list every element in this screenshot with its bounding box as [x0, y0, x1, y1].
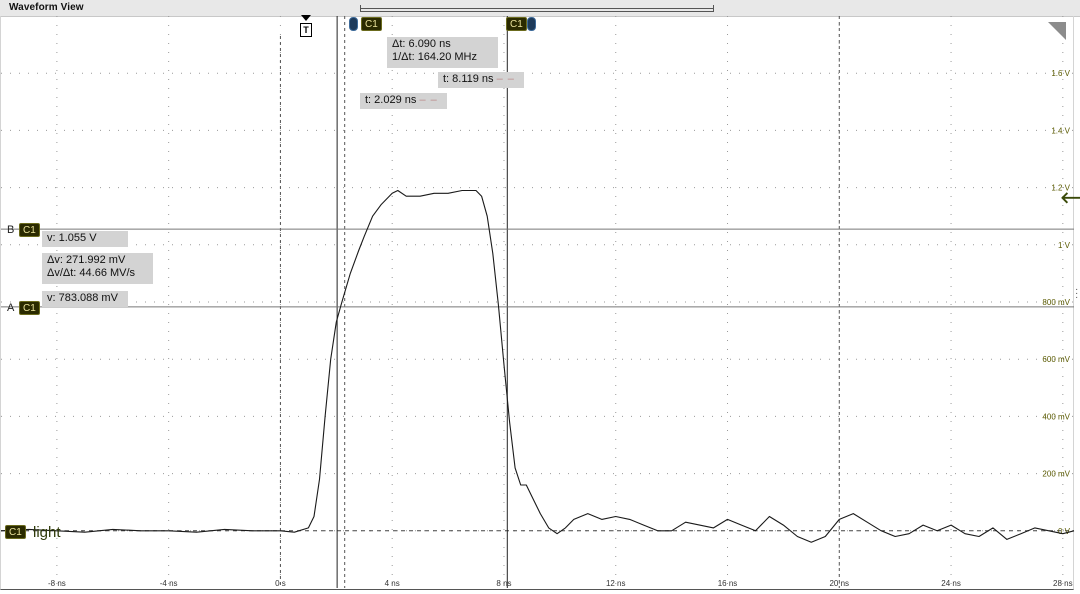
channel-badge[interactable]: C1 — [5, 525, 26, 539]
y-tick-label: 1 V — [1058, 241, 1071, 250]
x-tick-label: 12 ns — [606, 579, 626, 588]
cursor-b-time-badge[interactable]: C1 — [506, 17, 527, 31]
cursor-a-label[interactable]: A — [7, 302, 14, 314]
trigger-level-arrow-icon[interactable]: 🡐 — [1060, 187, 1080, 208]
cursor-b-volt-text: v: 1.055 V — [47, 232, 97, 244]
dv-dt-text: Δv/Δt: 44.66 MV/s — [47, 267, 136, 279]
zoom-corner-icon[interactable] — [1048, 22, 1066, 40]
delta-v-readout: Δv: 271.992 mV Δv/Δt: 44.66 MV/s — [42, 253, 153, 284]
cursor-b-handle-dot[interactable] — [527, 17, 536, 31]
delta-t-readout: Δt: 6.090 ns 1/Δt: 164.20 MHz — [387, 37, 498, 68]
x-tick-label: -4 ns — [160, 579, 178, 588]
y-tick-label: 1.6 V — [1051, 69, 1070, 78]
x-tick-label: 16 ns — [718, 579, 738, 588]
cursor-a-volt-text: v: 783.088 mV — [47, 292, 118, 304]
waveform-plot[interactable]: -8 ns -4 ns 0 s 4 ns 8 ns 12 ns 16 ns 20 ns 24 n… — [0, 0, 1080, 594]
y-tick-label: 0 V — [1058, 527, 1071, 536]
cursor-a-channel-badge[interactable]: C1 — [19, 301, 40, 315]
cursor-a-handle-dot[interactable] — [349, 17, 358, 31]
x-tick-label: 0 s — [275, 579, 286, 588]
cursor-a-time-text: t: 2.029 ns — [365, 94, 417, 106]
y-tick-label: 600 mV — [1042, 355, 1070, 364]
trigger-position-marker[interactable]: T — [300, 23, 312, 37]
inv-delta-t-text: 1/Δt: 164.20 MHz — [392, 51, 477, 63]
cursor-b-time-text: t: 8.119 ns — [443, 73, 494, 85]
y-tick-label: 1.4 V — [1051, 126, 1070, 135]
x-tick-label: 4 ns — [385, 579, 400, 588]
y-tick-label: 200 mV — [1042, 470, 1070, 479]
cursor-b-channel-badge[interactable]: C1 — [19, 223, 40, 237]
cursor-b-time-readout: t: 8.119 ns – – — [438, 72, 524, 88]
delta-v-text: Δv: 271.992 mV — [47, 254, 126, 266]
x-tick-label: 8 ns — [496, 579, 511, 588]
cursor-a-volt-readout: v: 783.088 mV — [42, 291, 128, 307]
cursor-a-time-readout: t: 2.029 ns – – — [360, 93, 447, 109]
side-panel-handle-icon[interactable]: · · · — [1075, 285, 1079, 303]
waveform-trace — [0, 189, 1075, 543]
trigger-arrow-icon — [301, 15, 311, 21]
cursor-b-volt-readout: v: 1.055 V — [42, 231, 128, 247]
cursor-b-label[interactable]: B — [7, 224, 14, 236]
x-tick-label: -8 ns — [48, 579, 66, 588]
channel-label: light — [33, 524, 61, 541]
x-tick-label: 24 ns — [941, 579, 961, 588]
delta-t-text: Δt: 6.090 ns — [392, 38, 451, 50]
y-tick-label: 800 mV — [1042, 298, 1070, 307]
x-tick-label: 20 ns — [829, 579, 849, 588]
x-tick-label: 28 ns — [1053, 579, 1073, 588]
y-tick-label: 400 mV — [1042, 412, 1070, 421]
cursor-a-time-badge[interactable]: C1 — [361, 17, 382, 31]
